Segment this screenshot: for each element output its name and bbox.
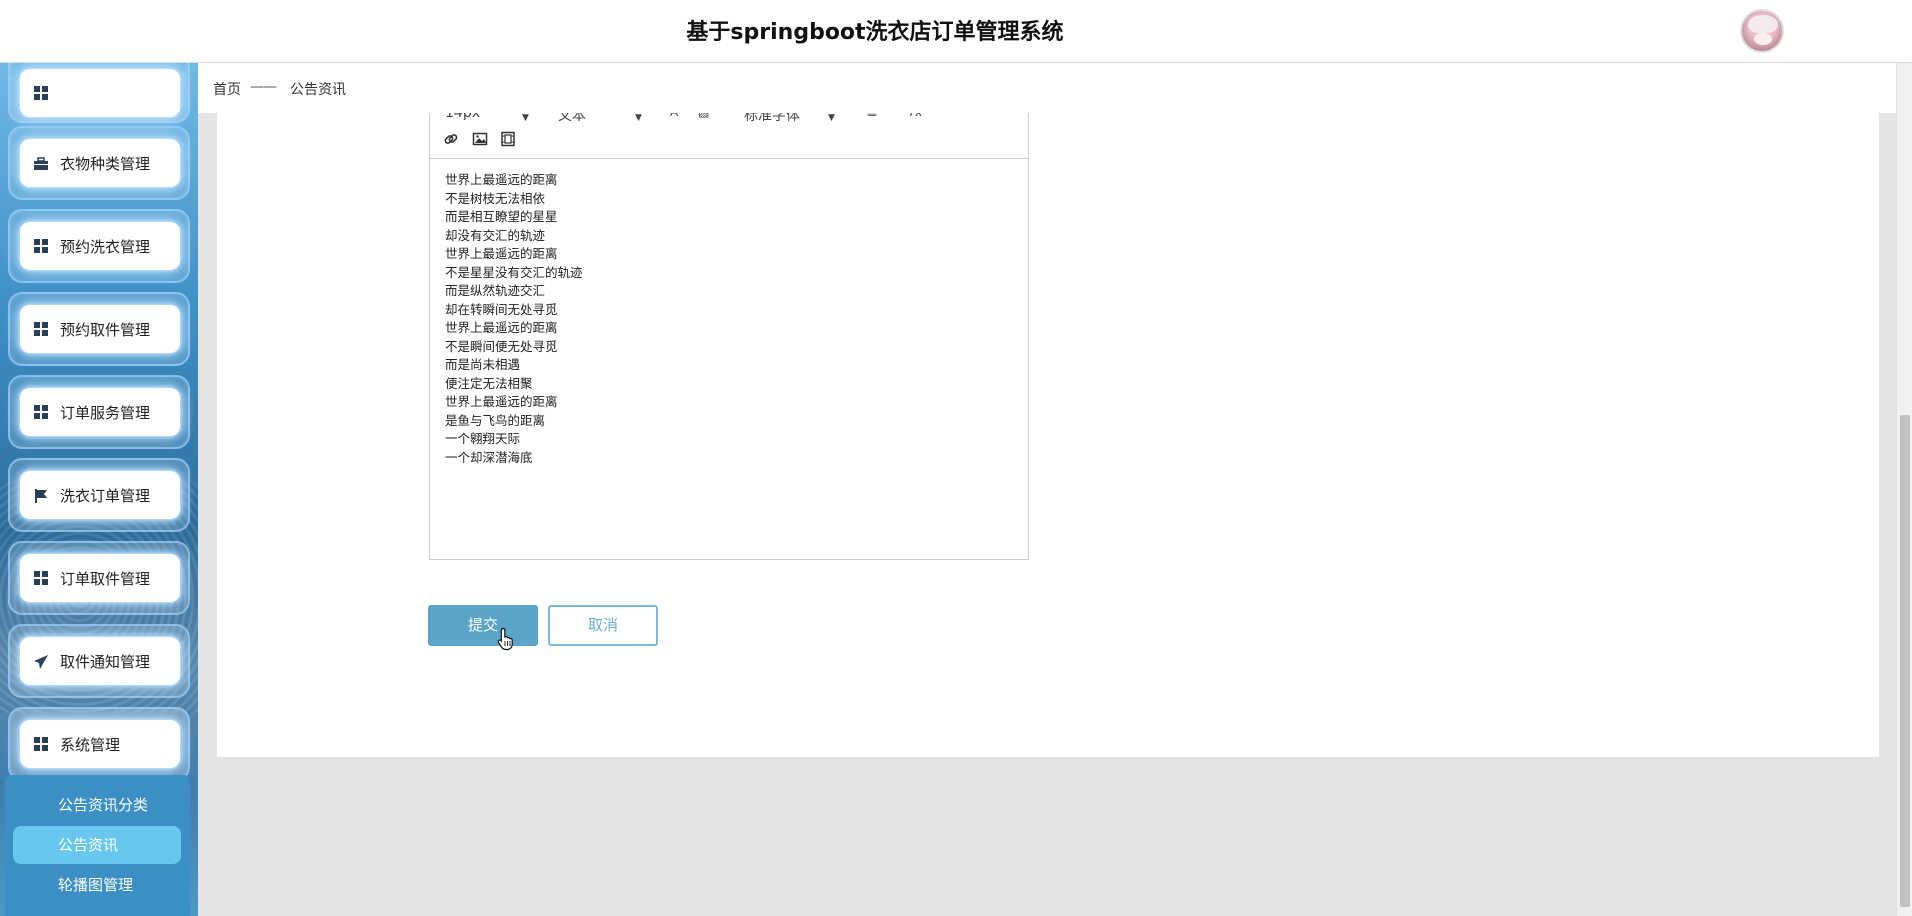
image-icon[interactable] <box>472 131 488 147</box>
grid-icon <box>34 571 48 585</box>
link-icon[interactable] <box>443 131 459 147</box>
grid-icon <box>34 737 48 751</box>
grid-icon <box>34 86 48 100</box>
submenu-item-carousel[interactable]: 轮播图管理 <box>13 866 181 904</box>
briefcase-icon <box>34 156 48 170</box>
align-icon[interactable]: ≡ <box>866 113 878 121</box>
sidebar-item-system[interactable]: 系统管理 <box>8 707 190 781</box>
editor-text-line: 而是相互瞭望的星星 <box>445 209 558 224</box>
submit-button[interactable]: 提交 <box>428 605 538 646</box>
sidebar-item-partial[interactable] <box>8 63 190 123</box>
grid-icon <box>34 405 48 419</box>
page-scrollbar[interactable] <box>1896 63 1912 916</box>
font-color-icon[interactable]: A <box>670 113 678 119</box>
send-icon <box>34 654 48 669</box>
editor-text-line: 而是纵然轨迹交汇 <box>445 283 546 298</box>
sidebar-item-order-pickup[interactable]: 订单取件管理 <box>8 541 190 615</box>
editor-content[interactable]: 世界上最遥远的距离 不是树枝无法相依 而是相互瞭望的星星 却没有交汇的轨迹 世界上最遥远… <box>430 159 1028 559</box>
editor-text-line: 不是树枝无法相依 <box>445 190 546 206</box>
sidebar-item-label: 预约取件管理 <box>60 320 151 339</box>
scrollbar-thumb[interactable] <box>1900 415 1910 907</box>
breadcrumb-separator: —— <box>250 79 277 95</box>
sidebar: 衣物种类管理 预约洗衣管理 预约取件管理 订单服务管理 洗衣订单管理 订单取件管… <box>0 63 198 916</box>
user-avatar[interactable] <box>1740 9 1784 53</box>
sidebar-item-label: 订单取件管理 <box>60 569 151 588</box>
video-icon[interactable] <box>500 131 516 147</box>
editor-text-line: 便注定无法相聚 <box>445 375 533 391</box>
editor-text-line: 不是星星没有交汇的轨迹 <box>445 264 583 280</box>
chevron-down-icon: ▼ <box>635 113 642 123</box>
grid-icon <box>34 239 48 253</box>
editor-text-line: 却在转瞬间无处寻觅 <box>445 301 558 317</box>
editor-toolbar: 14px ▼ 文本 ▼ A ▨ 标准字体 ▼ ≡ Tx <box>430 113 1028 159</box>
rich-text-editor: 14px ▼ 文本 ▼ A ▨ 标准字体 ▼ ≡ Tx 世界上最遥远的距离不是树… <box>429 113 1029 560</box>
breadcrumb: 首页 —— 公告资讯 <box>198 63 1896 113</box>
grid-icon <box>34 322 48 336</box>
editor-text-line: 世界上最遥远的距离 <box>445 320 558 335</box>
breadcrumb-home[interactable]: 首页 <box>213 79 241 99</box>
sidebar-item-pickup-booking[interactable]: 预约取件管理 <box>8 292 190 366</box>
submenu-item-announcement-category[interactable]: 公告资讯分类 <box>13 786 181 824</box>
chevron-down-icon: ▼ <box>522 113 529 123</box>
app-title: 基于springboot洗衣店订单管理系统 <box>686 20 1064 45</box>
editor-text-line: 却没有交汇的轨迹 <box>445 227 546 243</box>
sidebar-item-pickup-notice[interactable]: 取件通知管理 <box>8 624 190 698</box>
font-family-select[interactable]: 标准字体 <box>744 113 800 125</box>
editor-text-line: 世界上最遥远的距离 <box>445 246 558 261</box>
sidebar-item-label: 预约洗衣管理 <box>60 237 151 256</box>
breadcrumb-current: 公告资讯 <box>290 82 346 98</box>
sidebar-item-order-service[interactable]: 订单服务管理 <box>8 375 190 449</box>
cancel-button[interactable]: 取消 <box>548 605 658 646</box>
sidebar-item-clothing-types[interactable]: 衣物种类管理 <box>8 126 190 200</box>
editor-text-line: 一个翱翔天际 <box>445 431 521 446</box>
editor-text-line: 不是瞬间便无处寻觅 <box>445 338 558 354</box>
sidebar-item-wash-booking[interactable]: 预约洗衣管理 <box>8 209 190 283</box>
paragraph-select[interactable]: 文本 <box>558 113 586 125</box>
system-submenu: 公告资讯分类 公告资讯 轮播图管理 <box>5 775 190 916</box>
sidebar-item-wash-orders[interactable]: 洗衣订单管理 <box>8 458 190 532</box>
background-color-icon[interactable]: ▨ <box>698 113 709 119</box>
sidebar-item-label: 订单服务管理 <box>60 403 151 422</box>
top-header: 基于springboot洗衣店订单管理系统 <box>0 0 1912 63</box>
hand-cursor-icon <box>497 627 515 651</box>
clear-format-icon[interactable]: Tx <box>908 113 922 119</box>
editor-text-line: 世界上最遥远的距离 <box>445 394 558 409</box>
editor-text-line: 是鱼与飞鸟的距离 <box>445 412 546 428</box>
sidebar-item-label: 系统管理 <box>60 735 121 754</box>
chevron-down-icon: ▼ <box>828 113 835 123</box>
editor-text-line: 而是尚未相遇 <box>445 357 521 372</box>
font-size-select[interactable]: 14px <box>445 113 480 121</box>
flag-icon <box>34 488 48 503</box>
sidebar-item-label: 取件通知管理 <box>60 652 151 671</box>
editor-text-line: 一个却深潜海底 <box>445 449 533 465</box>
sidebar-item-label: 洗衣订单管理 <box>60 486 151 505</box>
submenu-item-announcement[interactable]: 公告资讯 <box>13 826 181 864</box>
sidebar-item-label: 衣物种类管理 <box>60 154 151 173</box>
editor-text-line: 世界上最遥远的距离 <box>445 172 558 187</box>
